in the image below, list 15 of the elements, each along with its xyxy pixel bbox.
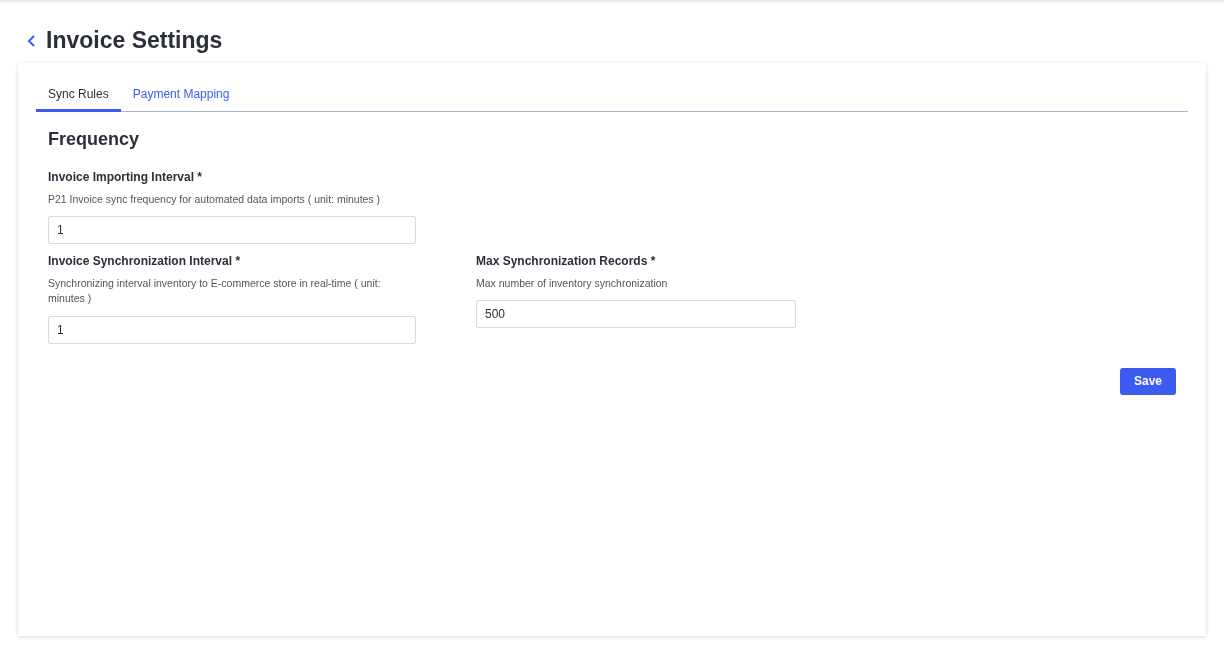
field-description: Synchronizing interval inventory to E-commerce store in real-time ( unit: minutes )	[48, 276, 382, 307]
field-label: Max Synchronization Records *	[476, 253, 657, 271]
field-label: Invoice Synchronization Interval *	[48, 253, 242, 271]
page-title: Invoice Settings	[46, 26, 223, 55]
input-field[interactable]: 500	[476, 300, 796, 329]
field-description: P21 Invoice sync frequency for automated data imports ( unit: minutes )	[48, 192, 382, 207]
section-title: Frequency	[48, 128, 141, 151]
input-field[interactable]: 1	[48, 315, 416, 344]
field-description: Max number of inventory synchronization	[476, 276, 669, 292]
back-icon[interactable]	[26, 33, 38, 48]
input-field[interactable]: 1	[48, 216, 416, 245]
tab[interactable]: Sync Rules	[36, 77, 121, 112]
save-button[interactable]: Save	[1119, 367, 1176, 395]
field-label: Invoice Importing Interval *	[48, 169, 204, 186]
tab[interactable]: Payment Mapping	[120, 77, 242, 112]
